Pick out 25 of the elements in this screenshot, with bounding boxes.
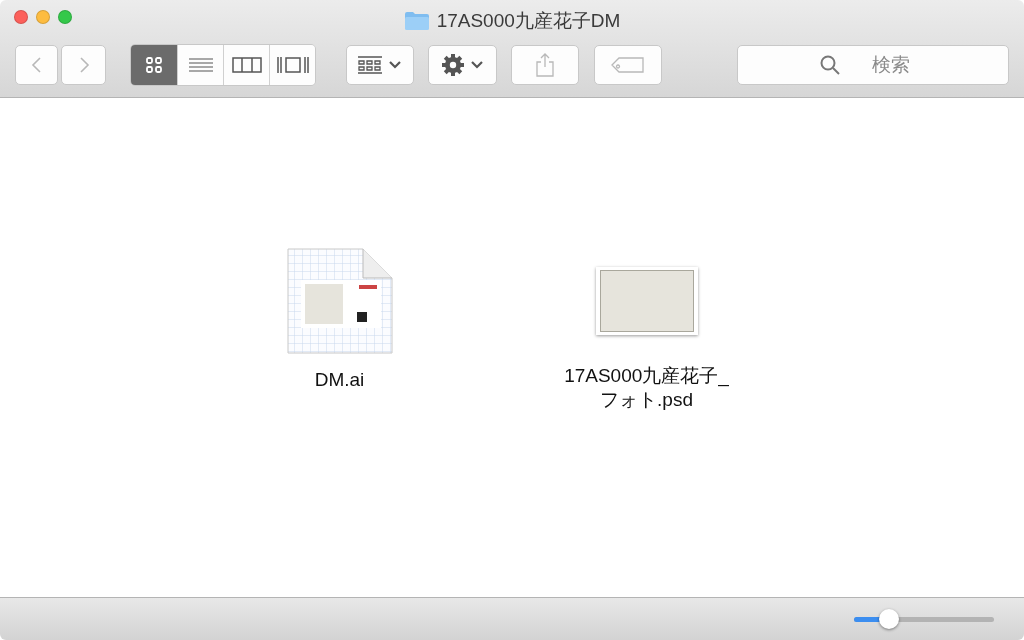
file-name[interactable]: 17AS000九産花子_ フォト.psd xyxy=(564,364,729,412)
share-icon xyxy=(533,52,557,78)
search-field[interactable]: 検索 xyxy=(737,45,1009,85)
gear-icon xyxy=(440,53,465,77)
window-title: 17AS000九産花子DM xyxy=(436,9,621,33)
view-mode-button[interactable] xyxy=(269,45,315,85)
action-button[interactable] xyxy=(428,45,497,85)
view-mode-button[interactable] xyxy=(177,45,223,85)
icon-size-slider[interactable] xyxy=(854,608,994,630)
slider-thumb[interactable] xyxy=(879,608,899,629)
zoom-button[interactable] xyxy=(58,10,72,24)
search-icon xyxy=(819,54,841,76)
folder-icon xyxy=(403,11,430,31)
arrange-grid-icon xyxy=(357,54,383,76)
file-name[interactable]: DM.ai xyxy=(314,368,365,392)
tag-icon xyxy=(610,55,646,75)
document-thumbnail-icon xyxy=(286,248,393,354)
close-button[interactable] xyxy=(14,10,28,24)
minimize-button[interactable] xyxy=(36,10,50,24)
arrange-button[interactable] xyxy=(346,45,414,85)
grid-icon xyxy=(144,55,164,75)
columns-icon xyxy=(231,54,262,76)
view-mode-button[interactable] xyxy=(131,45,177,85)
gallery-icon xyxy=(275,54,310,76)
view-mode-button[interactable] xyxy=(223,45,269,85)
